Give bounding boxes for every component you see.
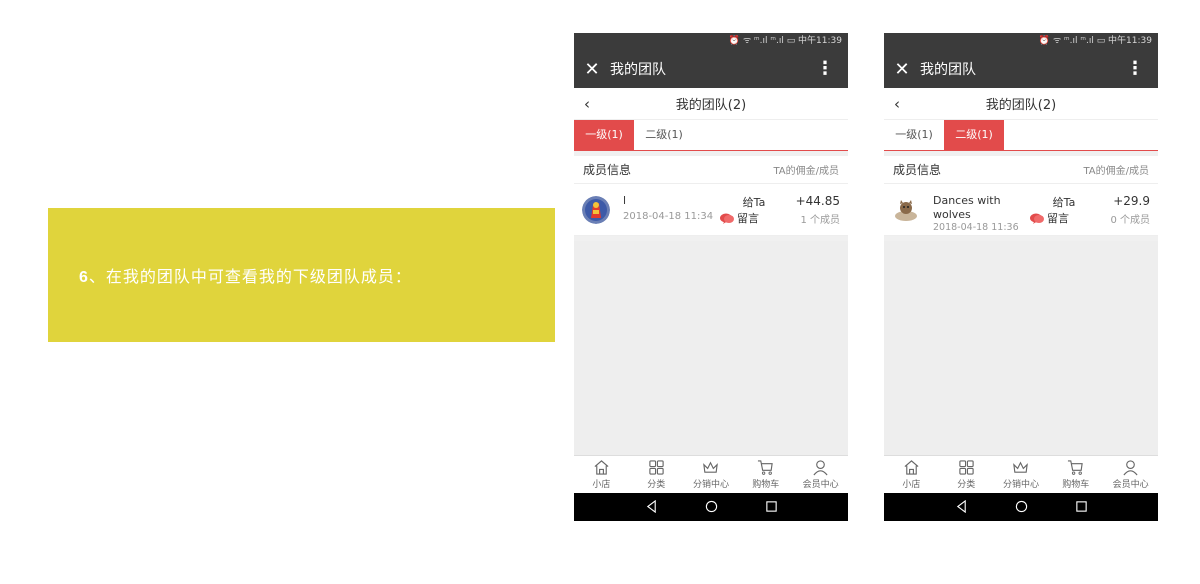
home-icon (594, 460, 609, 475)
more-icon[interactable]: ⋮ (1126, 50, 1144, 88)
leave-message-button[interactable]: 留言 (1030, 210, 1069, 226)
leave-message-label: 留言 (1047, 212, 1069, 225)
tabbar-item-shop[interactable]: 小店 (574, 456, 629, 493)
page-title: 我的团队(2) (675, 98, 747, 113)
home-icon (904, 460, 919, 475)
tabbar-item-member[interactable]: 会员中心 (793, 456, 848, 493)
message-icon (720, 213, 734, 224)
page-title: 我的团队(2) (985, 98, 1057, 113)
android-nav-bar (574, 493, 848, 521)
tabbar-label-cart: 购物车 (752, 480, 780, 490)
leave-message-label: 留言 (737, 212, 759, 225)
commission-amount: +29.9 (1113, 194, 1150, 208)
tabbar-item-category[interactable]: 分类 (629, 456, 684, 493)
android-nav-bar (884, 493, 1158, 521)
give-ta-link[interactable]: 给Ta (1048, 194, 1080, 210)
avatar (892, 196, 920, 224)
more-icon[interactable]: ⋮ (816, 50, 834, 88)
commission-amount: +44.85 (795, 194, 840, 208)
avatar (582, 196, 610, 224)
cart-icon (1068, 460, 1084, 475)
instruction-text: 6、在我的团队中可查看我的下级团队成员： (79, 263, 412, 287)
phone-screenshot-level-2: ⏰ ᯤ ᵐ.ıl ᵐ.ıl ▭ 中午11:39 ✕ 我的团队 ⋮ ‹ 我的团队(… (884, 33, 1158, 521)
tabbar-label-distribution: 分销中心 (692, 480, 729, 490)
bottom-tabbar: 小店 分类 分销中心 购物车 会员中心 (884, 455, 1158, 493)
tabbar-item-distribution[interactable]: 分销中心 (684, 456, 739, 493)
recents-nav-icon[interactable] (741, 498, 801, 517)
tabbar-item-cart[interactable]: 购物车 (738, 456, 793, 493)
tabbar-label-shop: 小店 (592, 480, 611, 490)
tab-level-2[interactable]: 二级(1) (634, 120, 694, 150)
sub-member-count: 1 个成员 (800, 215, 840, 226)
member-name: Dances with wolves (933, 194, 1001, 221)
level-tabs: 一级(1) 二级(1) (574, 120, 848, 151)
commission-label: TA的佣金/成员 (773, 166, 839, 177)
member-info-label: 成员信息 (583, 163, 632, 177)
status-bar: ⏰ ᯤ ᵐ.ıl ᵐ.ıl ▭ 中午11:39 (574, 33, 848, 50)
wechat-header: ✕ 我的团队 ⋮ (574, 50, 848, 88)
recents-nav-icon[interactable] (1051, 498, 1111, 517)
empty-content-area (574, 241, 848, 457)
home-nav-icon[interactable] (991, 498, 1051, 517)
tabbar-label-category: 分类 (647, 480, 666, 490)
user-icon (813, 460, 828, 476)
page-header: ‹ 我的团队(2) (884, 88, 1158, 120)
tab-level-2[interactable]: 二级(1) (944, 120, 1004, 150)
user-icon (1123, 460, 1138, 476)
home-nav-icon[interactable] (681, 498, 741, 517)
close-icon[interactable]: ✕ (574, 59, 610, 80)
member-row[interactable]: Dances with wolves 2018-04-18 11:36 给Ta … (884, 184, 1158, 236)
member-join-date: 2018-04-18 11:34 (623, 211, 714, 222)
back-icon[interactable]: ‹ (584, 88, 590, 120)
wechat-header: ✕ 我的团队 ⋮ (884, 50, 1158, 88)
tabbar-item-member[interactable]: 会员中心 (1103, 456, 1158, 493)
back-nav-icon[interactable] (621, 498, 681, 517)
tabbar-label-member: 会员中心 (802, 480, 839, 490)
tabbar-label-shop: 小店 (902, 480, 921, 490)
message-icon (1030, 213, 1044, 224)
tabbar-item-distribution[interactable]: 分销中心 (994, 456, 1049, 493)
step-text: 、在我的团队中可查看我的下级团队成员： (88, 267, 412, 286)
grid-icon (959, 460, 974, 475)
commission-label: TA的佣金/成员 (1083, 166, 1149, 177)
wechat-title: 我的团队 (920, 62, 976, 78)
tabbar-label-category: 分类 (957, 480, 976, 490)
give-ta-link[interactable]: 给Ta (738, 194, 770, 210)
crown-icon (1013, 461, 1029, 473)
tabbar-item-category[interactable]: 分类 (939, 456, 994, 493)
empty-content-area (884, 241, 1158, 457)
back-nav-icon[interactable] (931, 498, 991, 517)
tabbar-item-shop[interactable]: 小店 (884, 456, 939, 493)
wechat-title: 我的团队 (610, 62, 666, 78)
leave-message-button[interactable]: 留言 (720, 210, 759, 226)
member-list-header: 成员信息 TA的佣金/成员 (884, 156, 1158, 184)
cart-icon (758, 460, 774, 475)
tabbar-label-member: 会员中心 (1112, 480, 1149, 490)
tabbar-item-cart[interactable]: 购物车 (1048, 456, 1103, 493)
member-list-header: 成员信息 TA的佣金/成员 (574, 156, 848, 184)
level-tabs: 一级(1) 二级(1) (884, 120, 1158, 151)
close-icon[interactable]: ✕ (884, 59, 920, 80)
phone-screenshot-level-1: ⏰ ᯤ ᵐ.ıl ᵐ.ıl ▭ 中午11:39 ✕ 我的团队 ⋮ ‹ 我的团队(… (574, 33, 848, 521)
instruction-banner: 6、在我的团队中可查看我的下级团队成员： (48, 208, 555, 342)
bottom-tabbar: 小店 分类 分销中心 购物车 会员中心 (574, 455, 848, 493)
grid-icon (649, 460, 664, 475)
status-bar: ⏰ ᯤ ᵐ.ıl ᵐ.ıl ▭ 中午11:39 (884, 33, 1158, 50)
member-row[interactable]: l 2018-04-18 11:34 给Ta 留言 +44.85 1 个成员 (574, 184, 848, 236)
member-name: l (623, 194, 627, 207)
member-info-label: 成员信息 (893, 163, 942, 177)
tabbar-label-distribution: 分销中心 (1002, 480, 1039, 490)
page-header: ‹ 我的团队(2) (574, 88, 848, 120)
crown-icon (703, 461, 719, 473)
tabbar-label-cart: 购物车 (1062, 480, 1090, 490)
sub-member-count: 0 个成员 (1110, 215, 1150, 226)
member-join-date: 2018-04-18 11:36 (933, 222, 1019, 233)
tab-level-1[interactable]: 一级(1) (884, 120, 944, 150)
tab-level-1[interactable]: 一级(1) (574, 120, 634, 150)
back-icon[interactable]: ‹ (894, 88, 900, 120)
step-number: 6 (79, 269, 89, 286)
